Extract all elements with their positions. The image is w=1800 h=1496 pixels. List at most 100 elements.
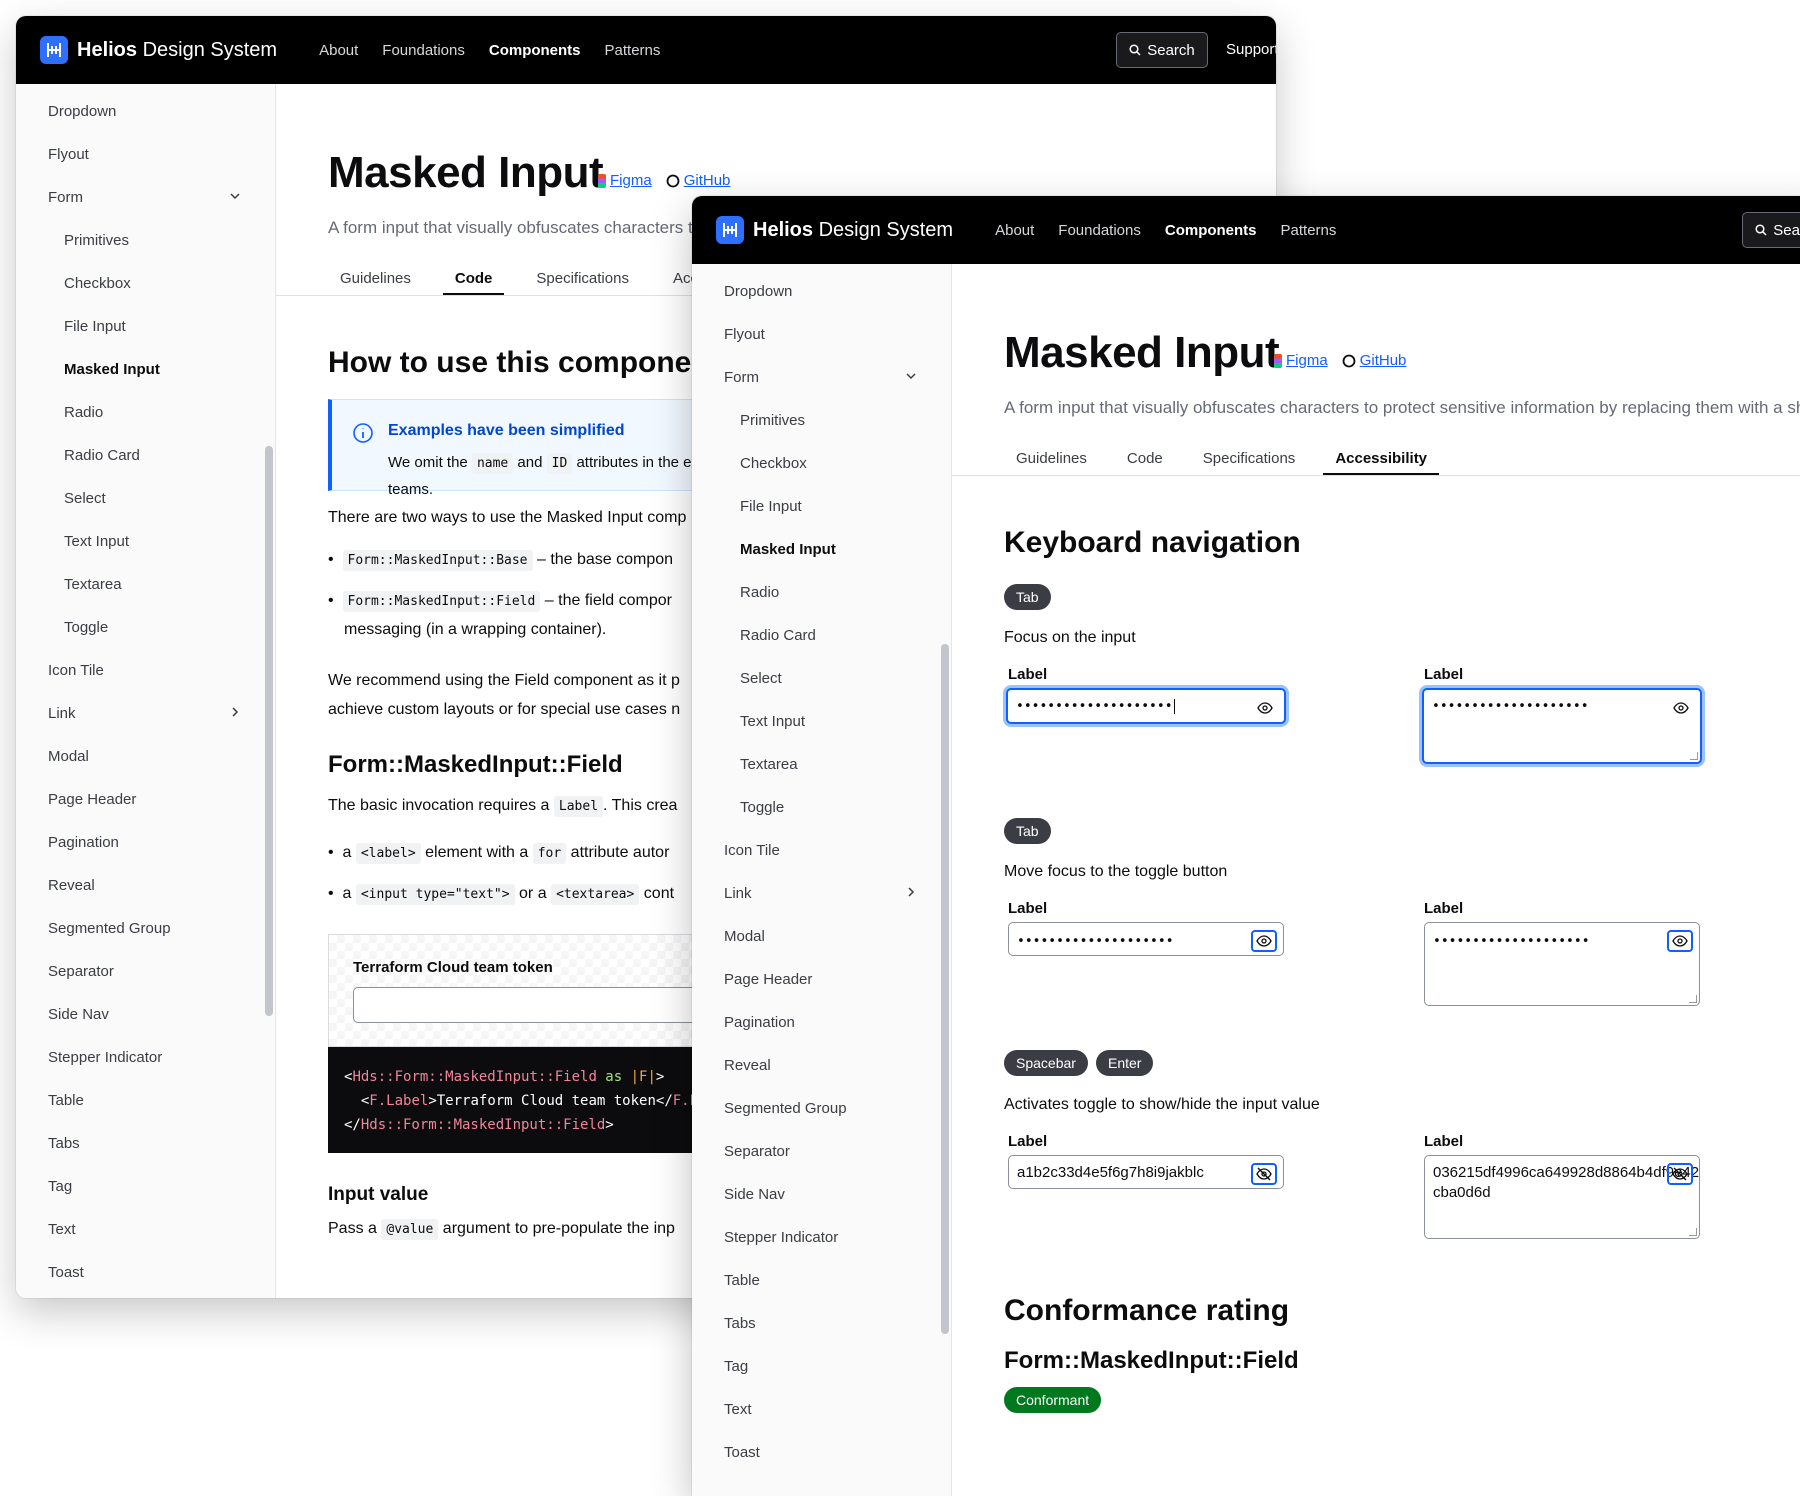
revealed-textarea[interactable]: 036215df4996ca649928d8864b4df9e42 cba0d6d xyxy=(1424,1155,1700,1239)
sidebar-item[interactable]: Toggle xyxy=(16,606,275,649)
sidebar-item[interactable]: Side Nav xyxy=(692,1173,951,1216)
sidebar-item[interactable]: Reveal xyxy=(16,864,275,907)
sidebar-item[interactable]: Stepper Indicator xyxy=(16,1036,275,1079)
nav-components[interactable]: Components xyxy=(1165,222,1257,239)
eye-off-icon[interactable] xyxy=(1251,1163,1277,1185)
tab-code[interactable]: Code xyxy=(442,262,505,296)
nav-foundations[interactable]: Foundations xyxy=(1058,222,1141,239)
brand-logo[interactable]: Helios Design System xyxy=(40,36,277,64)
nav-patterns[interactable]: Patterns xyxy=(605,42,661,59)
sidebar-item[interactable]: Icon Tile xyxy=(692,829,951,872)
sidebar-item[interactable]: Text Input xyxy=(16,520,275,563)
sidebar-item[interactable]: Flyout xyxy=(692,313,951,356)
sidebar-item[interactable]: Segmented Group xyxy=(16,907,275,950)
sidebar-item[interactable]: Table xyxy=(692,1259,951,1302)
sidebar-item[interactable]: Checkbox xyxy=(692,442,951,485)
nav-support[interactable]: Support xyxy=(1226,41,1276,58)
masked-textarea[interactable]: •••••••••••••••••••• xyxy=(1424,922,1700,1006)
sidebar-item[interactable]: Tag xyxy=(692,1345,951,1388)
sidebar-item[interactable]: Text Input xyxy=(692,700,951,743)
github-link[interactable]: GitHub xyxy=(1342,352,1406,369)
sidebar-item[interactable]: Select xyxy=(16,477,275,520)
brand-logo[interactable]: Helios Design System xyxy=(716,216,953,244)
sidebar-item[interactable]: Link xyxy=(16,692,275,735)
sidebar-item[interactable]: Toast xyxy=(692,1431,951,1474)
sidebar-item[interactable]: Textarea xyxy=(692,743,951,786)
nav-components[interactable]: Components xyxy=(489,42,581,59)
sidebar-item[interactable]: Primitives xyxy=(16,219,275,262)
tab-code[interactable]: Code xyxy=(1115,442,1175,474)
nav-about[interactable]: About xyxy=(995,222,1034,239)
sidebar-item[interactable]: Tabs xyxy=(692,1302,951,1345)
search-button[interactable]: Search xyxy=(1742,212,1800,248)
sidebar-item[interactable]: Text xyxy=(16,1208,275,1251)
sidebar-scrollbar[interactable] xyxy=(265,446,273,1016)
eye-icon[interactable] xyxy=(1252,697,1278,719)
main-content: Masked Input Figma GitHub A form input t… xyxy=(952,264,1800,1496)
figma-link[interactable]: Figma xyxy=(1274,352,1328,369)
sidebar-item[interactable]: Form xyxy=(16,176,275,219)
sidebar-item[interactable]: Radio Card xyxy=(16,434,275,477)
sidebar-item[interactable]: Pagination xyxy=(16,821,275,864)
figma-link[interactable]: Figma xyxy=(598,172,652,189)
masked-input-focused[interactable]: •••••••••••••••••••• xyxy=(1006,688,1286,724)
sidebar-item[interactable]: Dropdown xyxy=(16,90,275,133)
sidebar-item[interactable]: Primitives xyxy=(692,399,951,442)
alert-title: Examples have been simplified xyxy=(388,422,625,439)
sidebar-item[interactable]: Text xyxy=(692,1388,951,1431)
eye-icon[interactable] xyxy=(1668,697,1694,719)
revealed-input[interactable]: a1b2c33d4e5f6g7h8i9jakblc xyxy=(1008,1155,1284,1189)
resize-handle[interactable] xyxy=(1689,1228,1697,1236)
sidebar-item[interactable]: Radio Card xyxy=(692,614,951,657)
eye-off-icon[interactable] xyxy=(1667,1163,1693,1185)
sidebar-item[interactable]: Select xyxy=(692,657,951,700)
nav-about[interactable]: About xyxy=(319,42,358,59)
tab-specifications[interactable]: Specifications xyxy=(524,262,641,294)
sidebar-item[interactable]: Icon Tile xyxy=(16,649,275,692)
sidebar-item[interactable]: Radio xyxy=(692,571,951,614)
nav-patterns[interactable]: Patterns xyxy=(1281,222,1337,239)
sidebar-item[interactable]: Dropdown xyxy=(692,270,951,313)
eye-icon[interactable] xyxy=(1251,930,1277,952)
sidebar-item[interactable]: Toggle xyxy=(692,786,951,829)
resize-handle[interactable] xyxy=(1689,995,1697,1003)
sidebar-item[interactable]: Modal xyxy=(692,915,951,958)
sidebar-item[interactable]: Link xyxy=(692,872,951,915)
sidebar-item[interactable]: Page Header xyxy=(16,778,275,821)
sidebar-item[interactable]: Side Nav xyxy=(16,993,275,1036)
sidebar-item[interactable]: Modal xyxy=(16,735,275,778)
nav-foundations[interactable]: Foundations xyxy=(382,42,465,59)
sidebar-item[interactable]: Checkbox xyxy=(16,262,275,305)
tab-specifications[interactable]: Specifications xyxy=(1191,442,1308,474)
search-button[interactable]: Search xyxy=(1116,32,1208,68)
sidebar-item[interactable]: Reveal xyxy=(692,1044,951,1087)
sidebar-item[interactable]: Masked Input xyxy=(692,528,951,571)
sidebar-item[interactable]: Radio xyxy=(16,391,275,434)
sidebar-item[interactable]: Masked Input xyxy=(16,348,275,391)
sidebar-item[interactable]: Separator xyxy=(16,950,275,993)
sidebar-scrollbar[interactable] xyxy=(941,644,949,1334)
resize-handle[interactable] xyxy=(1690,752,1698,760)
sidebar-item[interactable]: Pagination xyxy=(692,1001,951,1044)
sidebar-item[interactable]: Toast xyxy=(16,1251,275,1294)
sidebar-item[interactable]: Stepper Indicator xyxy=(692,1216,951,1259)
masked-input[interactable]: •••••••••••••••••••• xyxy=(1008,922,1284,956)
sidebar-item[interactable]: Separator xyxy=(692,1130,951,1173)
tab-guidelines[interactable]: Guidelines xyxy=(328,262,423,294)
sidebar-item[interactable]: Tabs xyxy=(16,1122,275,1165)
sidebar-item[interactable]: Segmented Group xyxy=(692,1087,951,1130)
sidebar-item[interactable]: Flyout xyxy=(16,133,275,176)
tab-accessibility[interactable]: Accessibility xyxy=(1323,442,1439,476)
tab-guidelines[interactable]: Guidelines xyxy=(1004,442,1099,474)
eye-icon[interactable] xyxy=(1667,930,1693,952)
sidebar-item[interactable]: Table xyxy=(16,1079,275,1122)
sidebar-item[interactable]: Tag xyxy=(16,1165,275,1208)
masked-textarea-focused[interactable]: •••••••••••••••••••• xyxy=(1422,688,1702,764)
sidebar-item[interactable]: Textarea xyxy=(16,563,275,606)
sidebar-item[interactable]: File Input xyxy=(692,485,951,528)
sidebar-item[interactable]: Form xyxy=(692,356,951,399)
sidebar-item[interactable]: File Input xyxy=(16,305,275,348)
github-link[interactable]: GitHub xyxy=(666,172,730,189)
main-nav: About Foundations Components Patterns xyxy=(319,42,660,59)
sidebar-item[interactable]: Page Header xyxy=(692,958,951,1001)
